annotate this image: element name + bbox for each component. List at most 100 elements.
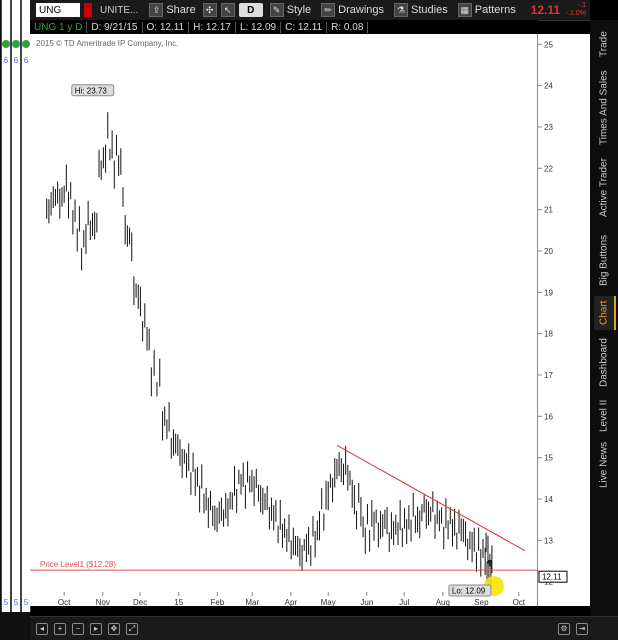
tab-active-trader[interactable]: Active Trader	[594, 152, 614, 224]
style-icon: ✎	[269, 3, 284, 17]
symbol-period[interactable]: UNG 1 y D	[30, 21, 88, 33]
scroll-end-icon[interactable]: ⇥	[576, 622, 588, 635]
left-panel-strips: 6 5 6 5 6 5	[0, 0, 31, 640]
drawings-icon: ✏	[321, 3, 336, 17]
y-tick-label: 21	[544, 206, 553, 215]
y-tick-label: 24	[544, 82, 553, 91]
chart-settings-icon[interactable]: ⚙	[558, 622, 570, 635]
y-tick-label: 20	[544, 247, 553, 256]
x-tick-label: Mar	[245, 598, 259, 606]
cursor-icon[interactable]: ↖	[220, 3, 235, 17]
x-tick-label: 15	[174, 598, 183, 606]
price-bars	[46, 112, 493, 589]
drag-handle-icon[interactable]: ✥	[108, 622, 120, 635]
x-tick-label: Jul	[399, 598, 409, 606]
y-tick-label: 13	[544, 536, 553, 545]
style-button[interactable]: ✎ Style	[267, 3, 314, 17]
style-label: Style	[286, 4, 312, 16]
share-label: Share	[166, 4, 196, 16]
quote-open: O: 12.11	[143, 21, 190, 33]
last-price: 12.11	[530, 3, 561, 17]
x-tick-label: Dec	[133, 598, 147, 606]
last-price-tag: 12.11	[538, 570, 568, 583]
x-tick-label: Aug	[436, 598, 450, 606]
quote-date: D: 9/21/15	[87, 21, 143, 33]
last-price-tag-label: 12.11	[542, 573, 562, 582]
left-strip-2[interactable]: 6 5	[11, 0, 21, 612]
chart-toolbar: UNG UNITE... ⇪ Share ✣ ↖ D ✎ Style ✏ Dra…	[30, 0, 590, 21]
y-axis-ticks: 1213141516171819202122232425	[538, 40, 553, 587]
y-tick-label: 17	[544, 371, 553, 380]
side-tab-bar: Trade Times And Sales Active Trader Big …	[590, 20, 618, 616]
low-tag: Lo: 12.09	[448, 584, 492, 597]
y-tick-label: 22	[544, 164, 553, 173]
patterns-label: Patterns	[474, 4, 516, 16]
x-tick-label: Apr	[285, 598, 298, 606]
status-dot	[22, 40, 30, 48]
price-axis-svg: 1213141516171819202122232425 12.11	[538, 40, 568, 587]
patterns-button[interactable]: ▦ Patterns	[455, 3, 519, 17]
high-tag: Hi: 23.73	[71, 84, 115, 97]
scroll-right-icon[interactable]: ▸	[90, 622, 102, 635]
quote-high: H: 12.17	[189, 21, 236, 33]
y-tick-label: 15	[544, 454, 553, 463]
quote-low: L: 12.09	[236, 21, 282, 33]
low-tag-label: Lo: 12.09	[452, 587, 486, 596]
x-tick-label: May	[321, 598, 336, 606]
left-strip-1[interactable]: 6 5	[1, 0, 11, 612]
high-tag-label: Hi: 23.73	[75, 86, 108, 95]
copyright-text: 2015 © TD Ameritrade IP Company, Inc.	[36, 39, 178, 48]
tab-live-news[interactable]: Live News	[594, 440, 614, 490]
share-icon: ⇪	[149, 3, 164, 17]
change-amount: -.1	[577, 2, 586, 9]
drawings-button[interactable]: ✏ Drawings	[318, 3, 387, 17]
scroll-left-icon[interactable]: ◂	[36, 622, 48, 635]
symbol-description: UNITE...	[100, 4, 139, 16]
y-tick-label: 25	[544, 40, 553, 49]
zoom-in-icon[interactable]: +	[54, 622, 66, 635]
share-button[interactable]: ⇪ Share	[146, 3, 198, 17]
quote-close: C: 12.11	[281, 21, 328, 33]
price-level-label: Price Level1 ($12.28)	[40, 560, 116, 569]
studies-button[interactable]: ⚗ Studies	[391, 3, 451, 17]
aggregation-button[interactable]: D	[238, 3, 263, 17]
patterns-icon: ▦	[457, 3, 472, 17]
y-tick-label: 14	[544, 495, 553, 504]
x-tick-label: Sep	[474, 598, 489, 606]
price-change: -.1 -.1.0%	[566, 2, 586, 18]
x-tick-label: Nov	[96, 598, 110, 606]
y-tick-label: 16	[544, 412, 553, 421]
symbol-link-marker[interactable]	[84, 3, 92, 17]
x-tick-label: Oct	[513, 598, 526, 606]
price-axis[interactable]: 1213141516171819202122232425 12.11	[537, 34, 591, 606]
studies-icon: ⚗	[394, 3, 409, 17]
tab-level-ii[interactable]: Level II	[594, 396, 614, 436]
strip-mark: 5	[3, 598, 9, 607]
x-tick-label: Jun	[360, 598, 373, 606]
drawings-label: Drawings	[338, 4, 385, 16]
chart-bottom-bar: ◂ + − ▸ ✥ ⤢ ⚙ ⇥	[30, 616, 618, 640]
zoom-out-icon[interactable]: −	[72, 622, 84, 635]
strip-mark: 5	[23, 598, 29, 607]
status-dot	[2, 40, 10, 48]
y-tick-label: 18	[544, 330, 553, 339]
tab-chart[interactable]: Chart	[594, 296, 616, 330]
tab-dashboard[interactable]: Dashboard	[594, 334, 614, 392]
strip-mark: 6	[13, 56, 19, 65]
studies-label: Studies	[411, 4, 448, 16]
x-tick-label: Feb	[210, 598, 224, 606]
strip-mark: 6	[3, 56, 9, 65]
y-tick-label: 19	[544, 288, 553, 297]
chart-svg[interactable]: 2015 © TD Ameritrade IP Company, Inc. Pr…	[30, 34, 537, 607]
tab-times-and-sales[interactable]: Times And Sales	[594, 68, 614, 148]
symbol-input[interactable]: UNG	[36, 3, 80, 17]
x-tick-label: Oct	[58, 598, 71, 606]
crosshair-icon[interactable]: ✣	[202, 3, 217, 17]
ohlc-quote-bar: UNG 1 y D D: 9/21/15 O: 12.11 H: 12.17 L…	[30, 20, 538, 34]
expand-icon[interactable]: ⤢	[126, 622, 138, 635]
tab-trade[interactable]: Trade	[594, 24, 614, 64]
price-chart[interactable]: 2015 © TD Ameritrade IP Company, Inc. Pr…	[30, 34, 537, 607]
strip-mark: 6	[23, 56, 29, 65]
change-percent: -.1.0%	[565, 10, 586, 17]
tab-big-buttons[interactable]: Big Buttons	[594, 228, 614, 292]
